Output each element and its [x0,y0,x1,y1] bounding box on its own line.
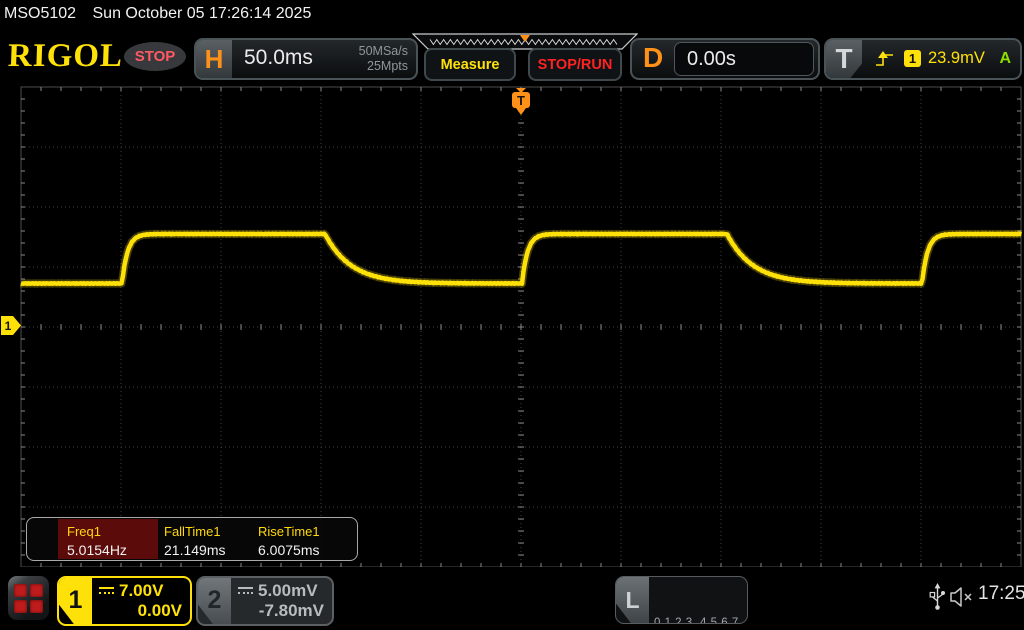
svg-text:T: T [517,93,525,108]
channel-2-scale: 5.00mV [258,581,318,601]
menu-grid-button[interactable] [8,576,49,620]
measurement-label: RiseTime1 [258,524,320,539]
measurement-label: Freq1 [67,524,127,539]
channel-1-block[interactable]: 1 7.00V 0.00V [57,576,192,626]
oscilloscope-screen: MSO5102 Sun October 05 17:26:14 2025 RIG… [0,0,1024,630]
channel-1-number: 1 [59,578,92,624]
measurement-item-freq1[interactable]: Freq1 5.0154Hz [67,524,127,558]
channel-2-number: 2 [198,578,231,624]
menu-grid-dot [14,600,27,613]
menu-grid-dot [30,600,43,613]
measurement-panel: Freq1 5.0154Hz FallTime1 21.149ms RiseTi… [26,517,358,561]
channel-1-scale: 7.00V [119,581,163,601]
channel-2-offset: -7.80mV [238,601,324,622]
measurement-value: 21.149ms [164,542,225,558]
menu-grid-dot [14,584,27,597]
speaker-muted-icon[interactable] [948,585,975,609]
measurement-item-falltime1[interactable]: FallTime1 21.149ms [164,524,225,558]
logic-label: L [616,577,649,623]
channel-1-offset: 0.00V [99,601,182,622]
dc-coupling-icon [238,586,253,596]
usb-icon [929,582,946,612]
bottom-status-bar: 1 7.00V 0.00V 2 5.00mV -7.80mV L [0,567,1024,630]
status-clock: 17:25 [978,583,1024,605]
svg-text:1: 1 [5,319,12,333]
measurement-label: FallTime1 [164,524,225,539]
measurement-value: 5.0154Hz [67,542,127,558]
channel-2-block[interactable]: 2 5.00mV -7.80mV [196,576,334,626]
channel-1-position-marker[interactable]: 1 [1,316,21,335]
logic-channels-row1: 0 1 2 3 4 5 6 7 [654,615,745,624]
measurement-value: 6.0075ms [258,542,320,558]
menu-grid-dot [30,584,43,597]
dc-coupling-icon [99,586,114,596]
logic-channels-block[interactable]: L 0 1 2 3 4 5 6 7 8 9 1011 12131415 [615,576,748,624]
measurement-item-risetime1[interactable]: RiseTime1 6.0075ms [258,524,320,558]
